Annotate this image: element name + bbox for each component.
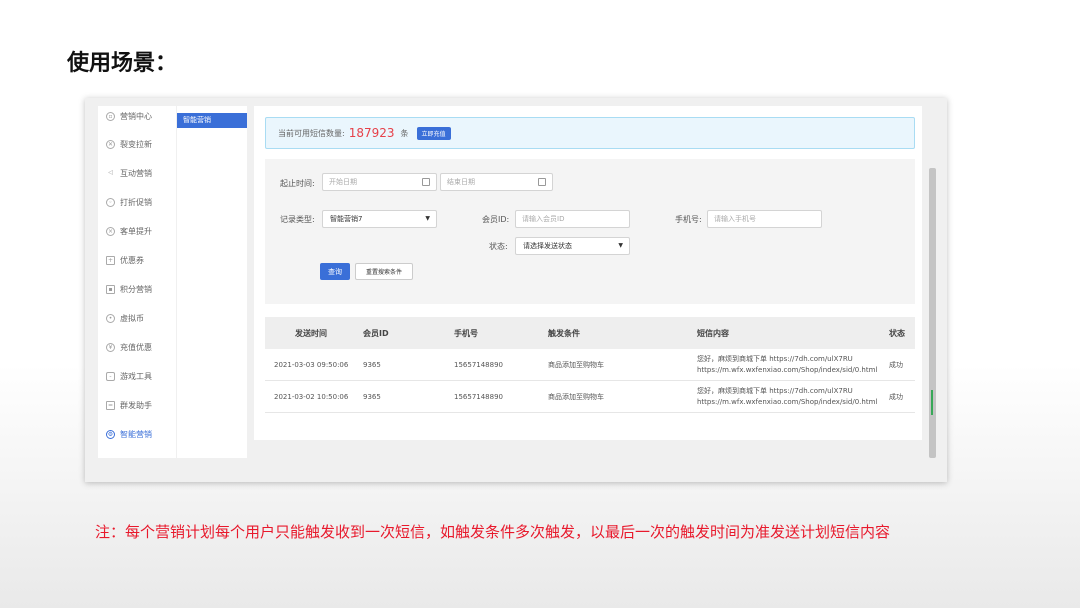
cell-status: 成功 [889,361,903,369]
send-icon: ◁ [108,168,113,176]
cell-member-id: 9365 [363,393,381,401]
content-line: 您好，麻烦到商城下单 https://7dh.com/ulX7RU [697,355,853,363]
sidebar-item-label: 智能营销 [120,429,152,439]
content-line: https://m.wfx.wxfenxiao.com/Shop/index/s… [697,398,878,406]
sidebar-item-recharge[interactable]: ¥ 充值优惠 [106,340,152,354]
table-row[interactable]: 2021-03-02 10:50:06 9365 15657148890 商品添… [265,381,915,413]
column-header-content[interactable]: 短信内容 [697,317,729,349]
scroll-indicator [931,390,933,415]
filter-panel: 起止时间: 开始日期 结束日期 记录类型: 智能营销7 ▼ 会员ID: 请输入会… [265,159,915,304]
sidebar: ▫ 营销中心 ✕ 裂变拉新 ◁ 互动营销 ◦ 打折促销 × 客单提升 + 优惠券… [98,106,176,458]
usage-note: 注：每个营销计划每个用户只能触发收到一次短信，如触发条件多次触发，以最后一次的触… [95,523,891,541]
recharge-icon: ¥ [106,342,115,352]
grid-icon: ▫ [106,111,115,121]
table-row[interactable]: 2021-03-03 09:50:06 9365 15657148890 商品添… [265,349,915,381]
sidebar-item-label: 群发助手 [120,400,152,410]
sidebar-item-label: 优惠券 [120,255,144,265]
sub-navigation: 智能营销 [177,106,247,458]
sidebar-item-fission[interactable]: ✕ 裂变拉新 [106,137,152,151]
date-range-label: 起止时间: [280,179,315,188]
column-header-trigger[interactable]: 触发条件 [548,317,580,349]
column-header-send-time[interactable]: 发送时间 [295,317,327,349]
phone-label: 手机号: [675,215,702,224]
cell-content: 您好，麻烦到商城下单 https://7dh.com/ulX7RU https:… [697,381,877,413]
fission-icon: ✕ [106,139,115,149]
points-icon: ▪ [106,284,115,294]
sidebar-item-label: 充值优惠 [120,342,152,352]
record-type-label: 记录类型: [280,215,315,224]
status-select[interactable]: 请选择发送状态 ▼ [515,237,630,255]
sms-balance-label: 当前可用短信数量: [278,128,345,138]
sidebar-item-label: 裂变拉新 [120,139,152,149]
slide-title: 使用场景： [67,51,178,76]
cell-content: 您好，麻烦到商城下单 https://7dh.com/ulX7RU https:… [697,349,877,381]
recharge-now-button[interactable]: 立即充值 [416,126,451,140]
column-header-member-id[interactable]: 会员ID [363,317,389,349]
cell-send-time: 2021-03-02 10:50:06 [274,393,349,401]
sidebar-item-discount[interactable]: ◦ 打折促销 [106,195,152,209]
sms-balance-notice: 当前可用短信数量: 187923 条 立即充值 [265,117,915,149]
sidebar-item-virtual-coin[interactable]: • 虚拟币 [106,311,144,325]
sidebar-item-label: 积分营销 [120,284,152,294]
cell-trigger: 商品添加至购物车 [548,361,604,369]
phone-input[interactable]: 请输入手机号 [707,210,822,228]
start-date-input[interactable]: 开始日期 [322,173,437,191]
end-date-input[interactable]: 结束日期 [440,173,553,191]
cell-send-time: 2021-03-03 09:50:06 [274,361,349,369]
sidebar-item-label: 营销中心 [120,111,152,121]
sms-balance-unit: 条 [400,128,409,138]
content-line: https://m.wfx.wxfenxiao.com/Shop/index/s… [697,366,878,374]
member-id-input[interactable]: 请输入会员ID [515,210,630,228]
gear-icon: ⚙ [106,429,115,439]
sidebar-item-order-boost[interactable]: × 客单提升 [106,224,152,238]
column-header-status[interactable]: 状态 [889,317,905,349]
cell-phone: 15657148890 [454,361,503,369]
sidebar-item-label: 虚拟币 [120,313,144,323]
sms-balance-count: 187923 [348,126,395,140]
sidebar-item-game-tools[interactable]: - 游戏工具 [106,369,152,383]
game-icon: - [106,371,115,381]
sidebar-item-label: 打折促销 [120,197,152,207]
main-content: 当前可用短信数量: 187923 条 立即充值 起止时间: 开始日期 结束日期 … [254,106,922,440]
sidebar-item-label: 游戏工具 [120,371,152,381]
member-id-label: 会员ID: [482,215,510,224]
calendar-icon [422,178,430,186]
coupon-icon: + [106,255,115,265]
cell-member-id: 9365 [363,361,381,369]
chevron-down-icon: ▼ [618,242,623,249]
reset-search-button[interactable]: 重置搜索条件 [355,263,413,280]
sidebar-item-label: 客单提升 [120,226,152,236]
sidebar-item-label: 互动营销 [120,168,152,178]
subnav-item-smart-marketing[interactable]: 智能营销 [177,113,247,128]
sidebar-item-points[interactable]: ▪ 积分营销 [106,282,152,296]
calendar-icon [538,178,546,186]
sms-record-table: 发送时间 会员ID 手机号 触发条件 短信内容 状态 2021-03-03 09… [265,317,915,413]
sidebar-item-broadcast[interactable]: = 群发助手 [106,398,152,412]
record-type-select[interactable]: 智能营销7 ▼ [322,210,437,228]
content-line: 您好，麻烦到商城下单 https://7dh.com/ulX7RU [697,387,853,395]
sidebar-item-coupon[interactable]: + 优惠券 [106,253,144,267]
chevron-down-icon: ▼ [425,215,430,222]
close-circle-icon: × [106,226,115,236]
broadcast-icon: = [106,400,115,410]
table-header: 发送时间 会员ID 手机号 触发条件 短信内容 状态 [265,317,915,349]
query-button[interactable]: 查询 [320,263,350,280]
status-label: 状态: [489,242,508,251]
discount-icon: ◦ [106,197,115,207]
cell-trigger: 商品添加至购物车 [548,393,604,401]
sidebar-item-smart-marketing[interactable]: ⚙ 智能营销 [106,427,152,441]
screenshot-frame: ▫ 营销中心 ✕ 裂变拉新 ◁ 互动营销 ◦ 打折促销 × 客单提升 + 优惠券… [85,98,947,482]
sidebar-item-marketing-center[interactable]: ▫ 营销中心 [106,109,152,123]
cell-status: 成功 [889,393,903,401]
coin-icon: • [106,313,115,323]
cell-phone: 15657148890 [454,393,503,401]
column-header-phone[interactable]: 手机号 [454,317,478,349]
sidebar-item-interactive[interactable]: ◁ 互动营销 [106,166,152,180]
